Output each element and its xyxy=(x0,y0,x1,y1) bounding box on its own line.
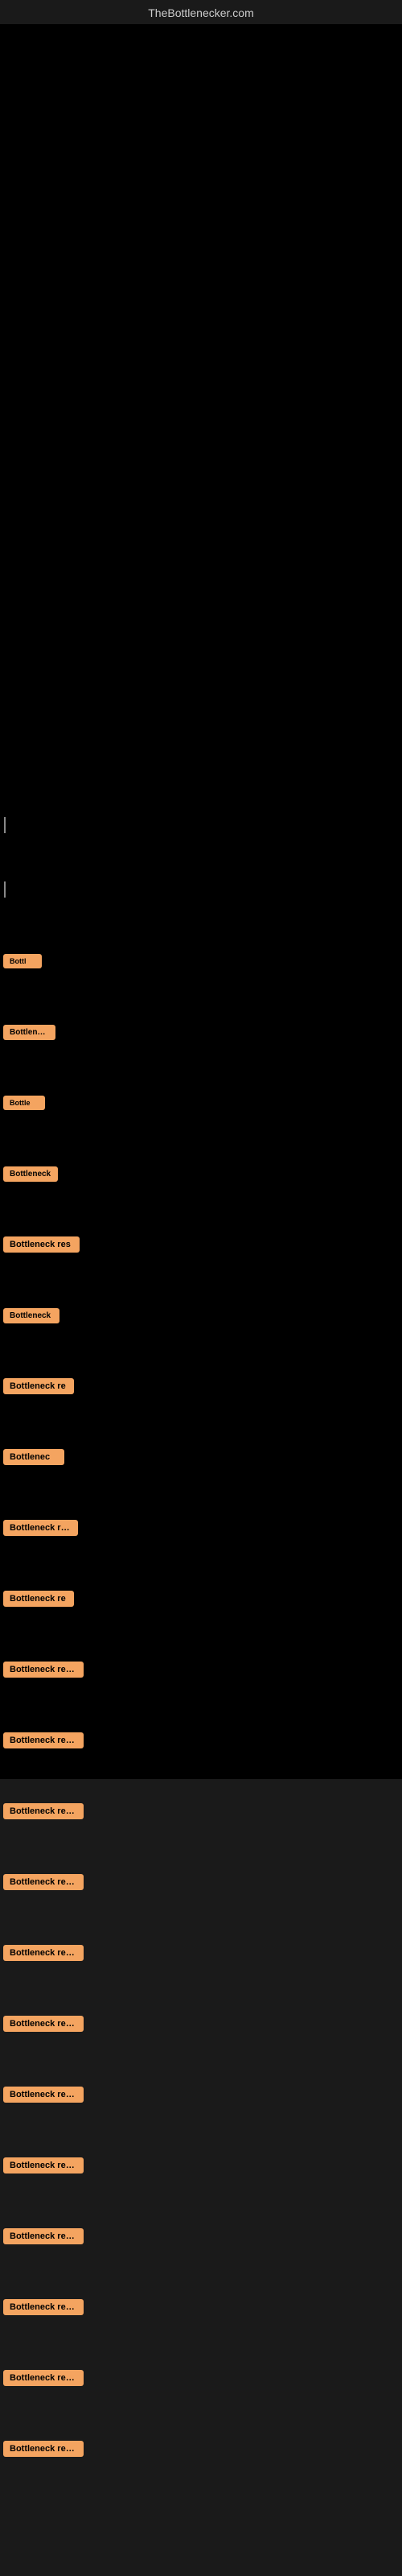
bottleneck-badge: Bottleneck result xyxy=(3,1874,84,1890)
bottleneck-item[interactable]: Bottleneck result xyxy=(0,1634,402,1705)
bottleneck-badge: Bottleneck result xyxy=(3,2441,84,2457)
bottleneck-badge: Bottleneck resu xyxy=(3,1520,78,1536)
bottleneck-item[interactable]: Bottle xyxy=(0,1067,402,1138)
bottleneck-badge: Bottleneck result xyxy=(3,2228,84,2244)
bottleneck-item[interactable]: Bottleneck result xyxy=(0,1918,402,1988)
bottleneck-item[interactable]: Bottleneck xyxy=(0,1138,402,1209)
bottleneck-item[interactable]: Bottleneck result xyxy=(0,2343,402,2413)
bottleneck-badge: Bottleneck re xyxy=(3,1378,74,1394)
bottleneck-badge: Bottleneck result xyxy=(3,1732,84,1748)
cursor-line-1 xyxy=(4,817,6,833)
bottleneck-badge: Bottleneck xyxy=(3,1308,59,1323)
bottleneck-item[interactable]: Bottleneck xyxy=(0,1280,402,1351)
bottleneck-item[interactable]: Bottleneck result xyxy=(0,1847,402,1918)
bottleneck-item[interactable]: Bottleneck result xyxy=(0,2059,402,2130)
bottleneck-item[interactable]: Bottleneck resu xyxy=(0,1492,402,1563)
bottleneck-badge: Bottleneck result xyxy=(3,2016,84,2032)
bottleneck-badge: Bottleneck result xyxy=(3,1803,84,1819)
bottleneck-badge: Bottleneck result xyxy=(3,2087,84,2103)
bottleneck-item[interactable]: Bottleneck xyxy=(0,997,402,1067)
bottleneck-item[interactable]: Bottleneck result xyxy=(0,2201,402,2272)
bottleneck-items-container: Bottl Bottleneck Bottle Bottleneck Bottlenec… xyxy=(0,926,402,2484)
bottleneck-badge: Bottleneck result xyxy=(3,2370,84,2386)
bottleneck-item[interactable]: Bottleneck result xyxy=(0,2272,402,2343)
bottleneck-badge: Bottleneck result xyxy=(3,2157,84,2174)
bottleneck-badge: Bottleneck res xyxy=(3,1236,80,1253)
bottleneck-badge: Bottleneck result xyxy=(3,1662,84,1678)
bottleneck-badge: Bottleneck xyxy=(3,1025,55,1040)
bottleneck-item[interactable]: Bottleneck result xyxy=(0,2413,402,2484)
site-title: TheBottlenecker.com xyxy=(148,6,254,19)
bottleneck-item[interactable]: Bottlenec xyxy=(0,1422,402,1492)
bottleneck-item[interactable]: Bottleneck res xyxy=(0,1209,402,1280)
bottleneck-badge: Bottle xyxy=(3,1096,45,1110)
bottleneck-badge: Bottlenec xyxy=(3,1449,64,1465)
chart-area xyxy=(0,24,402,411)
bottleneck-item[interactable]: Bottleneck result xyxy=(0,1988,402,2059)
bottleneck-item[interactable]: Bottleneck result xyxy=(0,1776,402,1847)
bottleneck-item[interactable]: Bottleneck result xyxy=(0,1705,402,1776)
bottleneck-badge: Bottleneck result xyxy=(3,2299,84,2315)
bottleneck-badge: Bottl xyxy=(3,954,42,968)
bottleneck-badge: Bottleneck re xyxy=(3,1591,74,1607)
bottleneck-badge: Bottleneck xyxy=(3,1166,58,1182)
bottleneck-item[interactable]: Bottleneck re xyxy=(0,1563,402,1634)
bottleneck-item[interactable]: Bottl xyxy=(0,926,402,997)
bottleneck-item[interactable]: Bottleneck result xyxy=(0,2130,402,2201)
bottleneck-item[interactable]: Bottleneck re xyxy=(0,1351,402,1422)
cursor-line-2 xyxy=(4,881,6,898)
bottleneck-badge: Bottleneck result xyxy=(3,1945,84,1961)
